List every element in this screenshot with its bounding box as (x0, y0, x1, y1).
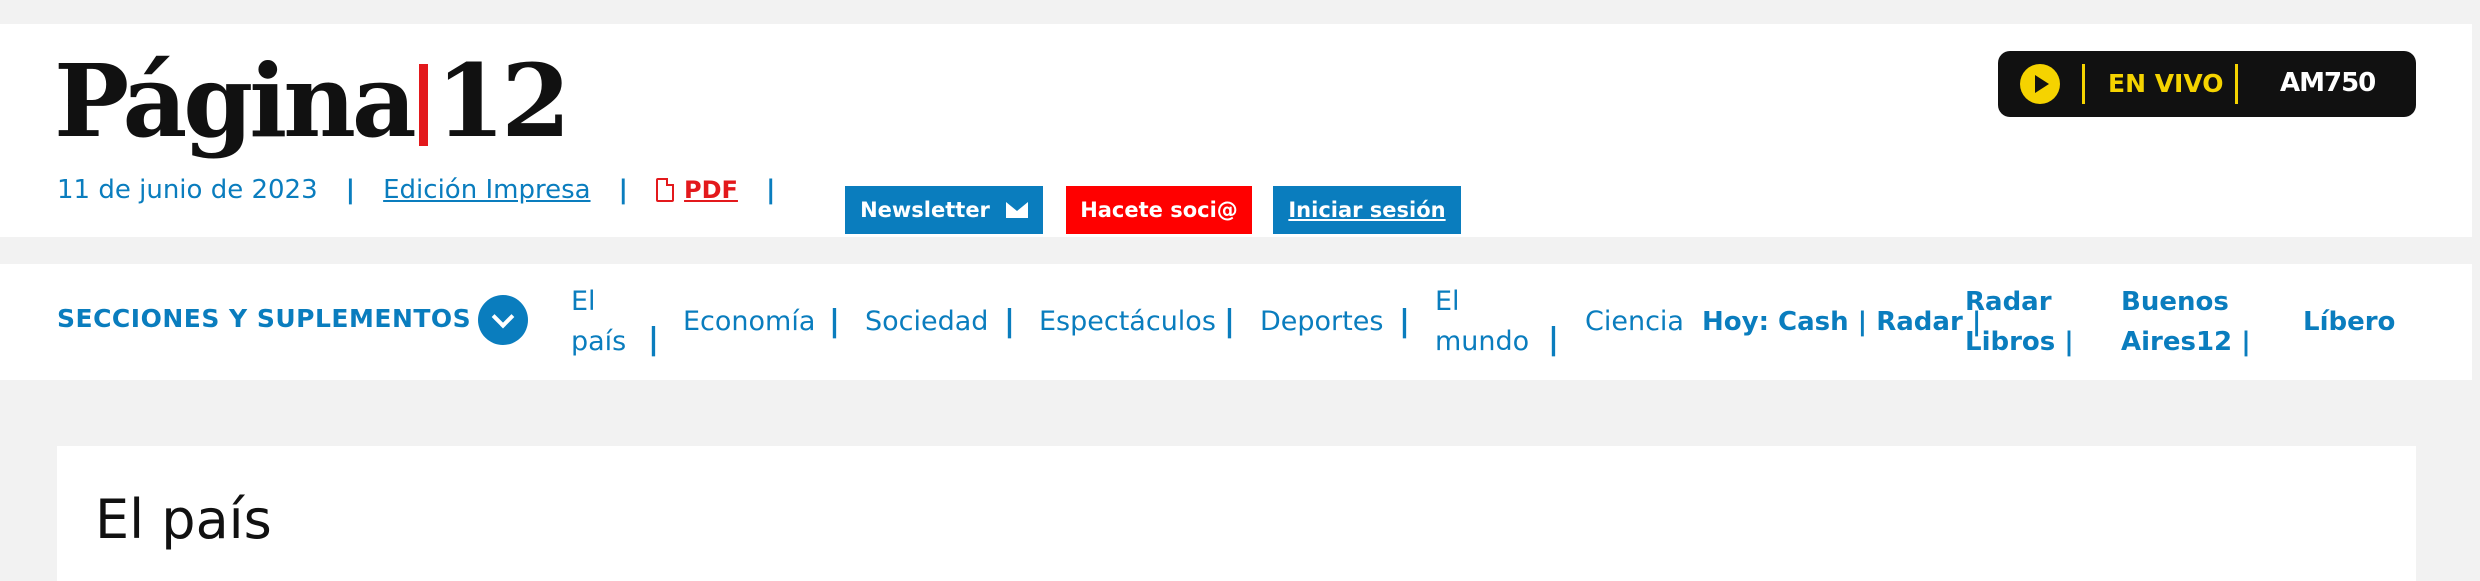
section-card: El país (57, 446, 2416, 581)
separator: | (1004, 304, 1015, 339)
separator: | (829, 304, 840, 339)
nav-label-line1: Radar (1965, 287, 2052, 317)
separator: | (1548, 322, 1559, 357)
iniciar-sesion-button[interactable]: Iniciar sesión (1273, 186, 1461, 234)
pagina12-logo[interactable]: Página 12 (54, 42, 571, 160)
newsletter-button[interactable]: Newsletter (845, 186, 1043, 234)
sections-nav: SECCIONES Y SUPLEMENTOS El país | Econom… (0, 264, 2472, 380)
nav-item-radar-libros[interactable]: Radar Libros | (1965, 282, 2074, 362)
nav-label-line2: mundo (1435, 326, 1530, 357)
nav-item-buenos-aires12[interactable]: Buenos Aires12 | (2121, 282, 2251, 362)
separator: | (1224, 304, 1235, 339)
play-icon[interactable] (2020, 64, 2060, 104)
pdf-link[interactable]: PDF (656, 176, 738, 204)
edition-meta-row: 11 de junio de 2023 | Edición Impresa | … (57, 170, 803, 210)
nav-label-line1: El (1435, 286, 1460, 317)
nav-item-deportes[interactable]: Deportes (1260, 302, 1383, 342)
pdf-icon (656, 178, 675, 202)
logo-divider-bar (418, 64, 428, 146)
nav-hoy-cash-radar[interactable]: Hoy: Cash | Radar | (1702, 302, 1981, 342)
nav-item-el-mundo[interactable]: El mundo (1435, 282, 1529, 362)
logo-text-right: 12 (435, 42, 571, 160)
newsletter-label: Newsletter (860, 198, 990, 222)
nav-item-libero[interactable]: Líbero (2303, 302, 2395, 342)
separator: | (1399, 304, 1410, 339)
envelope-icon (1005, 202, 1028, 218)
nav-label-line2: Libros | (1965, 327, 2074, 357)
nav-item-el-pais[interactable]: El país (571, 282, 626, 362)
nav-label-line1: Buenos (2121, 287, 2229, 317)
nav-item-espectaculos[interactable]: Espectáculos (1039, 302, 1216, 342)
separator: | (345, 175, 356, 205)
edition-date: 11 de junio de 2023 (57, 175, 318, 205)
page-title: El país (95, 488, 272, 551)
site-header: Página 12 11 de junio de 2023 | Edición … (0, 24, 2472, 237)
nav-label-line2: país (571, 326, 627, 357)
nav-label-line2: Aires12 | (2121, 327, 2251, 357)
secciones-label[interactable]: SECCIONES Y SUPLEMENTOS (57, 304, 471, 333)
edicion-impresa-link[interactable]: Edición Impresa (383, 175, 590, 205)
separator: | (618, 175, 629, 205)
separator: | (648, 322, 659, 357)
pdf-label: PDF (684, 176, 738, 204)
hacete-socio-button[interactable]: Hacete soci@ (1066, 186, 1252, 234)
logo-text-left: Página (54, 42, 417, 160)
chevron-down-icon[interactable] (478, 295, 528, 345)
nav-item-ciencia[interactable]: Ciencia (1585, 302, 1684, 342)
nav-item-economia[interactable]: Economía (683, 302, 815, 342)
divider (2082, 64, 2085, 104)
nav-label-line1: El (571, 286, 596, 317)
en-vivo-label: EN VIVO (2108, 69, 2224, 98)
am750-logo: AM750 (2280, 68, 2376, 98)
separator: | (765, 175, 776, 205)
divider (2235, 64, 2238, 104)
en-vivo-player[interactable]: EN VIVO AM750 (1998, 51, 2416, 117)
nav-item-sociedad[interactable]: Sociedad (865, 302, 988, 342)
